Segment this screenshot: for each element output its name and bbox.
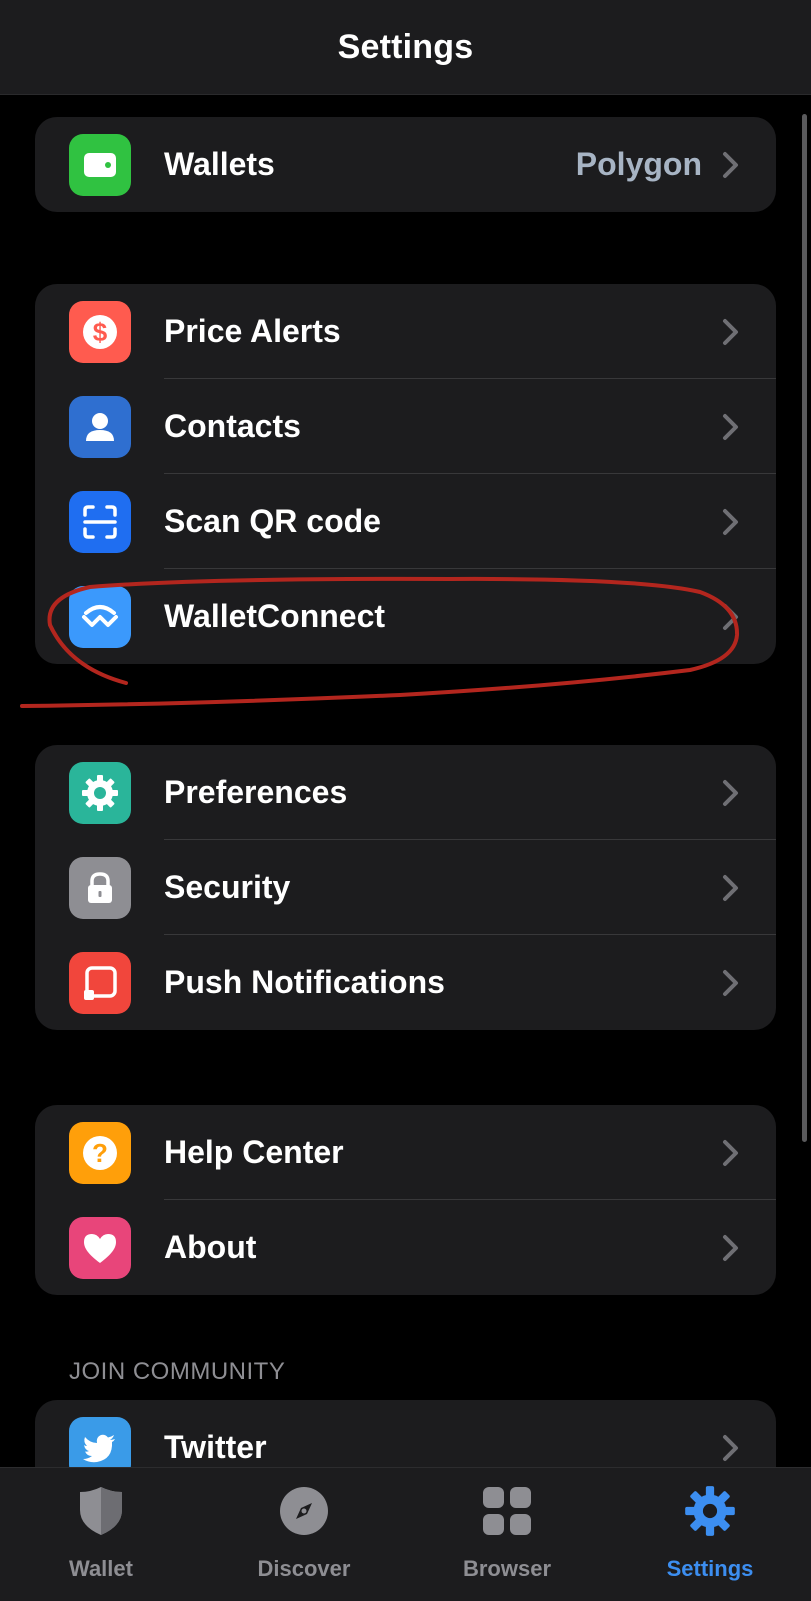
chevron-right-icon xyxy=(723,509,738,535)
tab-wallet[interactable]: Wallet xyxy=(0,1468,202,1601)
question-icon: ? xyxy=(69,1122,131,1184)
tab-settings[interactable]: Settings xyxy=(609,1468,811,1601)
wallet-icon xyxy=(69,134,131,196)
notification-icon xyxy=(69,952,131,1014)
support-group: ? Help Center About xyxy=(35,1105,776,1295)
person-icon xyxy=(69,396,131,458)
gear-icon xyxy=(683,1484,737,1538)
scroll-indicator[interactable] xyxy=(802,114,807,1142)
dollar-icon: $ xyxy=(69,301,131,363)
wallets-group: Wallets Polygon xyxy=(35,117,776,212)
settings-row-price-alerts[interactable]: $ Price Alerts xyxy=(35,284,776,379)
tab-bar: Wallet Discover Browser Settings xyxy=(0,1467,811,1601)
chevron-right-icon xyxy=(723,780,738,806)
chevron-right-icon xyxy=(723,970,738,996)
settings-row-label: About xyxy=(164,1229,257,1265)
preferences-group: Preferences Security Push Notifications xyxy=(35,745,776,1030)
chevron-right-icon xyxy=(723,414,738,440)
svg-text:?: ? xyxy=(92,1138,108,1168)
tab-label: Discover xyxy=(257,1556,351,1581)
settings-row-label: Security xyxy=(164,869,291,905)
tools-group: $ Price Alerts Contacts Scan QR code Wal… xyxy=(35,284,776,664)
settings-row-label: Push Notifications xyxy=(164,964,445,1000)
settings-row-scan-qr[interactable]: Scan QR code xyxy=(35,474,776,569)
tab-browser[interactable]: Browser xyxy=(406,1468,608,1601)
chevron-right-icon xyxy=(723,1435,738,1461)
chevron-right-icon xyxy=(723,875,738,901)
heart-icon xyxy=(69,1217,131,1279)
chevron-right-icon xyxy=(723,604,738,630)
settings-row-label: Help Center xyxy=(164,1134,344,1170)
settings-row-walletconnect[interactable]: WalletConnect xyxy=(35,569,776,664)
settings-row-label: Scan QR code xyxy=(164,503,381,539)
walletconnect-icon xyxy=(69,586,131,648)
tab-label: Settings xyxy=(666,1556,754,1581)
settings-row-label: Twitter xyxy=(164,1429,267,1465)
tab-label: Browser xyxy=(462,1556,552,1581)
selected-network: Polygon xyxy=(575,146,702,182)
settings-row-help-center[interactable]: ? Help Center xyxy=(35,1105,776,1200)
settings-row-label: Contacts xyxy=(164,408,301,444)
section-header-community: JOIN COMMUNITY xyxy=(69,1358,286,1385)
settings-row-label: Wallets xyxy=(164,146,275,182)
settings-row-label: Preferences xyxy=(164,774,348,810)
settings-row-label: Price Alerts xyxy=(164,313,341,349)
settings-row-wallets[interactable]: Wallets Polygon xyxy=(35,117,776,212)
scan-icon xyxy=(69,491,131,553)
chevron-right-icon xyxy=(723,1235,738,1261)
settings-row-contacts[interactable]: Contacts xyxy=(35,379,776,474)
settings-row-about[interactable]: About xyxy=(35,1200,776,1295)
shield-icon xyxy=(74,1484,128,1538)
chevron-right-icon xyxy=(723,319,738,345)
gear-icon xyxy=(69,762,131,824)
compass-icon xyxy=(277,1484,331,1538)
grid-icon xyxy=(480,1484,534,1538)
tab-discover[interactable]: Discover xyxy=(203,1468,405,1601)
navigation-bar: Settings xyxy=(0,0,811,95)
settings-row-push-notifications[interactable]: Push Notifications xyxy=(35,935,776,1030)
svg-text:$: $ xyxy=(93,317,108,347)
settings-row-label: WalletConnect xyxy=(164,598,386,634)
settings-row-preferences[interactable]: Preferences xyxy=(35,745,776,840)
tab-label: Wallet xyxy=(69,1556,133,1581)
lock-icon xyxy=(69,857,131,919)
settings-row-security[interactable]: Security xyxy=(35,840,776,935)
chevron-right-icon xyxy=(723,152,738,178)
chevron-right-icon xyxy=(723,1140,738,1166)
page-title: Settings xyxy=(337,27,474,66)
